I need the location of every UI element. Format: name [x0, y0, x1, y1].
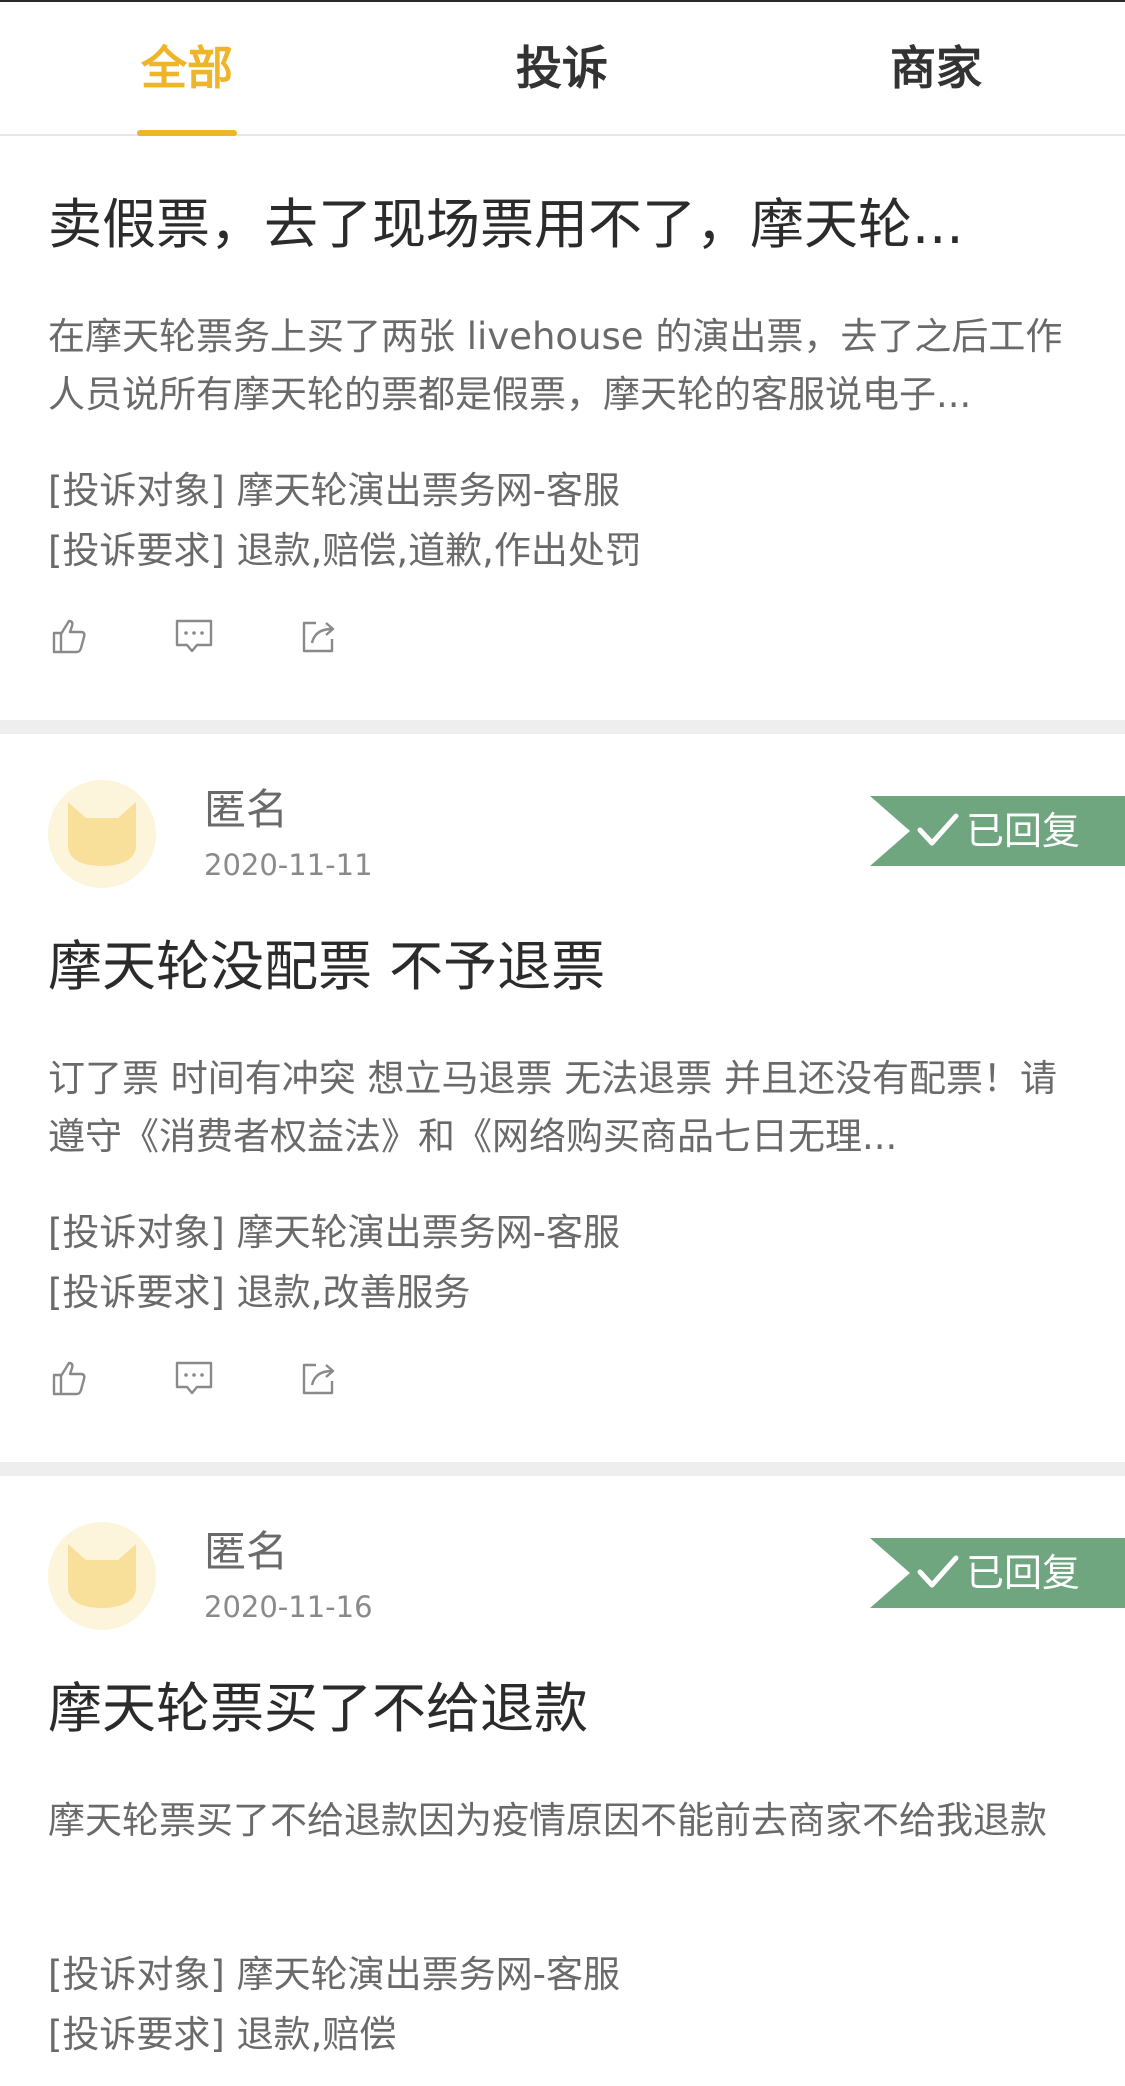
- check-icon: [917, 813, 959, 846]
- status-badge: 已回复: [870, 796, 1125, 866]
- like-icon[interactable]: [48, 1357, 90, 1399]
- complaint-demand: [投诉要求] 退款,改善服务: [48, 1271, 471, 1314]
- status-badge-label: 已回复: [966, 809, 1081, 853]
- share-icon[interactable]: [298, 1357, 340, 1399]
- card-separator: [0, 720, 1125, 734]
- complaint-card[interactable]: 卖假票，去了现场票用不了，摩天轮... 在摩天轮票务上买了两张 livehous…: [0, 136, 1125, 720]
- comment-icon[interactable]: [173, 1357, 215, 1399]
- avatar: [48, 1522, 156, 1630]
- complaint-description: 摩天轮票买了不给退款因为疫情原因不能前去商家不给我退款: [48, 1799, 1047, 1842]
- complaint-card[interactable]: 匿名 2020-11-16 已回复 摩天轮票买了不给退款 摩天轮票买了不给退款因…: [0, 1476, 1125, 2086]
- complaint-card[interactable]: 匿名 2020-11-11 已回复 摩天轮没配票 不予退票 订了票 时间有冲突 …: [0, 734, 1125, 1462]
- complaint-description: 订了票 时间有冲突 想立马退票 无法退票 并且还没有配票！请遵守《消费者权益法》…: [48, 1057, 1058, 1158]
- complaint-target: [投诉对象] 摩天轮演出票务网-客服: [48, 1953, 620, 1996]
- complaint-target: [投诉对象] 摩天轮演出票务网-客服: [48, 469, 620, 512]
- tab-merchants[interactable]: 商家: [836, 38, 1036, 98]
- share-icon[interactable]: [298, 615, 340, 657]
- comment-icon[interactable]: [173, 615, 215, 657]
- complaint-title[interactable]: 摩天轮票买了不给退款: [48, 1676, 588, 1742]
- complaint-demand: [投诉要求] 退款,赔偿: [48, 2013, 397, 2056]
- cat-avatar-icon: [68, 802, 136, 866]
- tab-bar: 全部 投诉 商家: [0, 0, 1125, 136]
- post-date: 2020-11-11: [204, 848, 373, 882]
- like-icon[interactable]: [48, 615, 90, 657]
- status-badge: 已回复: [870, 1538, 1125, 1608]
- user-name: 匿名: [204, 1527, 289, 1576]
- complaint-title[interactable]: 摩天轮没配票 不予退票: [48, 934, 605, 1000]
- status-badge-label: 已回复: [966, 1551, 1081, 1595]
- tab-complaints[interactable]: 投诉: [462, 38, 662, 98]
- check-icon: [917, 1555, 959, 1588]
- user-name: 匿名: [204, 785, 289, 834]
- post-date: 2020-11-16: [204, 1590, 373, 1624]
- card-separator: [0, 1462, 1125, 1476]
- avatar: [48, 780, 156, 888]
- complaint-target: [投诉对象] 摩天轮演出票务网-客服: [48, 1211, 620, 1254]
- tab-all[interactable]: 全部: [87, 38, 287, 98]
- complaint-description: 在摩天轮票务上买了两张 livehouse 的演出票，去了之后工作人员说所有摩天…: [48, 315, 1063, 416]
- complaint-demand: [投诉要求] 退款,赔偿,道歉,作出处罚: [48, 529, 642, 572]
- complaint-title[interactable]: 卖假票，去了现场票用不了，摩天轮...: [48, 192, 964, 258]
- cat-avatar-icon: [68, 1544, 136, 1608]
